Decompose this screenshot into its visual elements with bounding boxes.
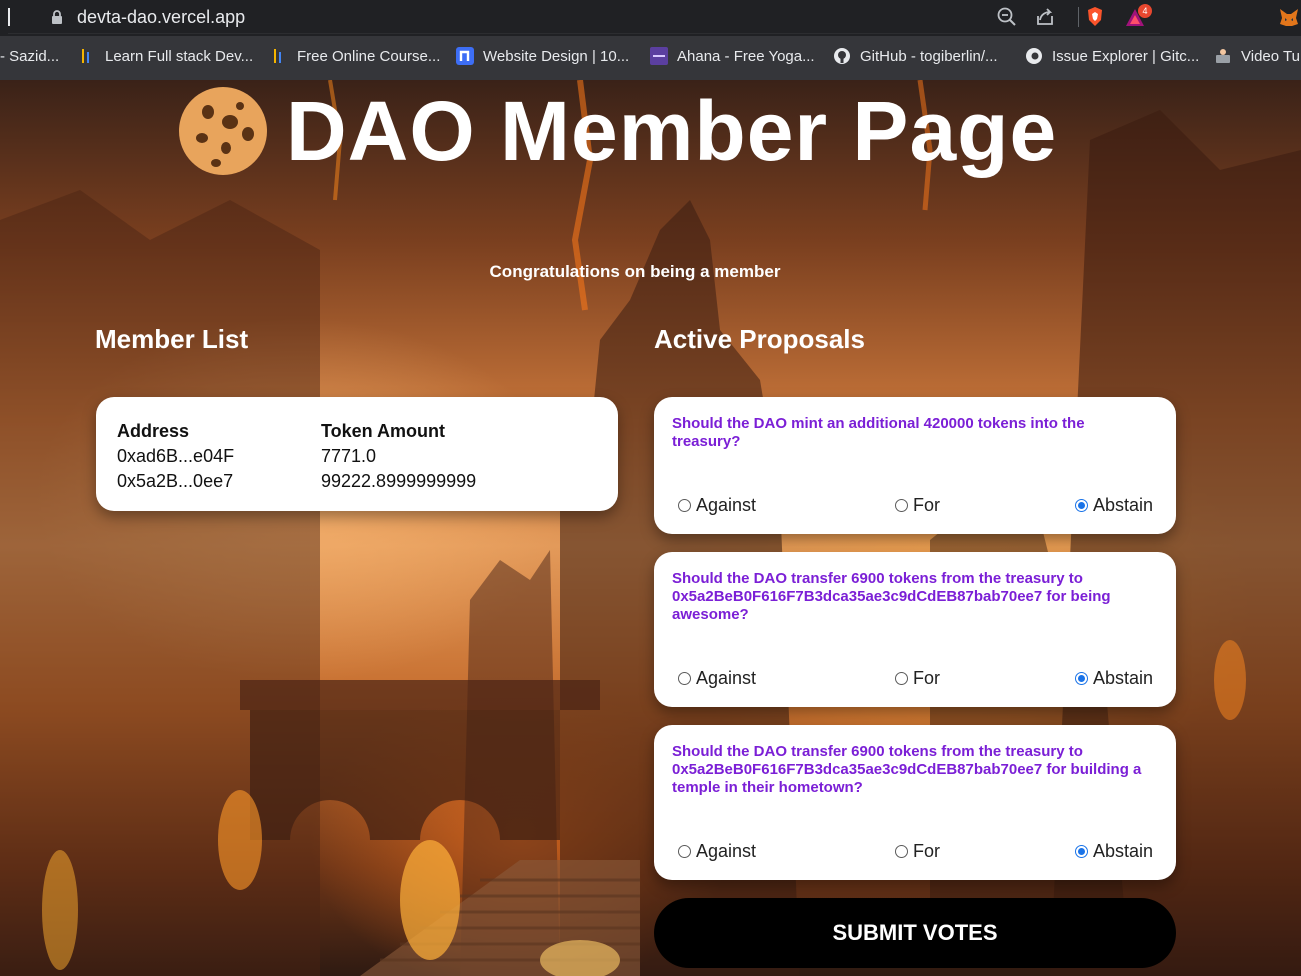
- member-address: 0xad6B...e04F: [117, 446, 235, 466]
- page-content: DAO Member Page Congratulations on being…: [0, 80, 1301, 976]
- notification-badge: 4: [1138, 4, 1152, 18]
- bookmark-item[interactable]: Ahana - Free Yoga...: [650, 36, 815, 76]
- member-address: 0x5a2B...0ee7: [117, 471, 234, 491]
- option-label: Abstain: [1093, 841, 1154, 861]
- url-text[interactable]: devta-dao.vercel.app: [77, 7, 245, 28]
- vote-against-option[interactable]: Against: [678, 841, 756, 862]
- member-list-heading: Member List: [95, 324, 249, 354]
- bookmark-item[interactable]: GitHub - togiberlin/...: [833, 36, 998, 76]
- submit-votes-button[interactable]: SUBMIT VOTES: [654, 898, 1176, 968]
- bookmark-item[interactable]: - Sazid...: [0, 36, 59, 76]
- member-token-amount: 99222.8999999999: [321, 471, 477, 491]
- for-radio[interactable]: [895, 672, 908, 685]
- for-radio[interactable]: [895, 499, 908, 512]
- share-icon[interactable]: [1034, 6, 1056, 28]
- bookmark-label: Learn Full stack Dev...: [105, 47, 254, 65]
- page-header: DAO Member Page: [178, 86, 1057, 176]
- table-header-row: Address Token Amount: [117, 419, 476, 444]
- lock-icon: [52, 10, 62, 24]
- bars-favicon-icon: [274, 49, 281, 63]
- video-tutorial-favicon-icon: [1216, 49, 1230, 63]
- bookmark-label: Free Online Course...: [297, 47, 441, 65]
- address-bar[interactable]: devta-dao.vercel.app 4: [8, 0, 1160, 34]
- bookmark-label: Website Design | 10...: [483, 47, 630, 65]
- vote-abstain-option[interactable]: Abstain: [1075, 668, 1153, 689]
- gitcoin-icon: [1026, 48, 1042, 64]
- bookmarks-bar: - Sazid... Learn Full stack Dev... Free …: [0, 36, 1301, 80]
- extensions-area: [1160, 0, 1301, 36]
- toolbar-separator: [1078, 7, 1079, 27]
- member-token-amount: 7771.0: [321, 446, 377, 466]
- bookmark-item[interactable]: Video Tu: [1214, 36, 1300, 76]
- against-radio[interactable]: [678, 499, 691, 512]
- browser-toolbar: devta-dao.vercel.app 4: [0, 0, 1301, 36]
- abstain-radio[interactable]: [1075, 499, 1088, 512]
- vote-against-option[interactable]: Against: [678, 668, 756, 689]
- page-title: DAO Member Page: [286, 84, 1058, 178]
- option-label: Abstain: [1093, 495, 1154, 515]
- vote-for-option[interactable]: For: [895, 841, 940, 862]
- option-label: Against: [696, 841, 757, 861]
- proposal-card: Should the DAO transfer 6900 tokens from…: [654, 725, 1176, 880]
- member-list-card: Address Token Amount 0xad6B...e04F 7771.…: [96, 397, 618, 511]
- vote-against-option[interactable]: Against: [678, 495, 756, 516]
- bookmark-label: Issue Explorer | Gitc...: [1052, 47, 1200, 65]
- option-label: Against: [696, 668, 757, 688]
- metamask-fox-icon[interactable]: [1278, 6, 1300, 28]
- brave-shield-icon[interactable]: [1084, 6, 1106, 28]
- zoom-icon[interactable]: [996, 6, 1018, 28]
- vote-for-option[interactable]: For: [895, 495, 940, 516]
- proposal-question: Should the DAO transfer 6900 tokens from…: [672, 570, 1111, 623]
- bookmark-label: Video Tu: [1241, 47, 1300, 65]
- bookmark-label: Ahana - Free Yoga...: [677, 47, 815, 65]
- bookmark-item[interactable]: Learn Full stack Dev...: [78, 36, 253, 76]
- token-amount-column-header: Token Amount: [321, 421, 445, 441]
- against-radio[interactable]: [678, 845, 691, 858]
- option-label: For: [913, 841, 940, 861]
- for-radio[interactable]: [895, 845, 908, 858]
- option-label: Abstain: [1093, 668, 1154, 688]
- option-label: For: [913, 495, 940, 515]
- bookmark-label: - Sazid...: [0, 47, 60, 65]
- proposal-question: Should the DAO mint an additional 420000…: [672, 415, 1085, 450]
- member-table: Address Token Amount 0xad6B...e04F 7771.…: [117, 419, 476, 494]
- table-row: 0xad6B...e04F 7771.0: [117, 444, 476, 469]
- option-label: Against: [696, 495, 757, 515]
- bookmark-label: GitHub - togiberlin/...: [860, 47, 998, 65]
- abstain-radio[interactable]: [1075, 672, 1088, 685]
- proposal-card: Should the DAO mint an additional 420000…: [654, 397, 1176, 534]
- bookmark-item[interactable]: Issue Explorer | Gitc...: [1025, 36, 1199, 76]
- github-icon: [834, 48, 850, 64]
- bookmark-item[interactable]: Website Design | 10...: [456, 36, 629, 76]
- against-radio[interactable]: [678, 672, 691, 685]
- address-column-header: Address: [117, 421, 190, 441]
- bookmark-item[interactable]: Free Online Course...: [270, 36, 440, 76]
- abstain-radio[interactable]: [1075, 845, 1088, 858]
- table-row: 0x5a2B...0ee7 99222.8999999999: [117, 469, 476, 494]
- membership-message: Congratulations on being a member: [489, 262, 781, 281]
- n-logo-favicon-icon: [456, 47, 474, 65]
- proposal-question: Should the DAO transfer 6900 tokens from…: [672, 743, 1142, 796]
- cookie-icon: [179, 87, 267, 175]
- vote-abstain-option[interactable]: Abstain: [1075, 495, 1153, 516]
- active-proposals-heading: Active Proposals: [654, 324, 865, 354]
- proposal-card: Should the DAO transfer 6900 tokens from…: [654, 552, 1176, 707]
- option-label: For: [913, 668, 940, 688]
- vote-abstain-option[interactable]: Abstain: [1075, 841, 1153, 862]
- back-icon[interactable]: [8, 8, 14, 26]
- vote-for-option[interactable]: For: [895, 668, 940, 689]
- bars-favicon-icon: [82, 49, 89, 63]
- colorlib-favicon-icon: [650, 47, 668, 65]
